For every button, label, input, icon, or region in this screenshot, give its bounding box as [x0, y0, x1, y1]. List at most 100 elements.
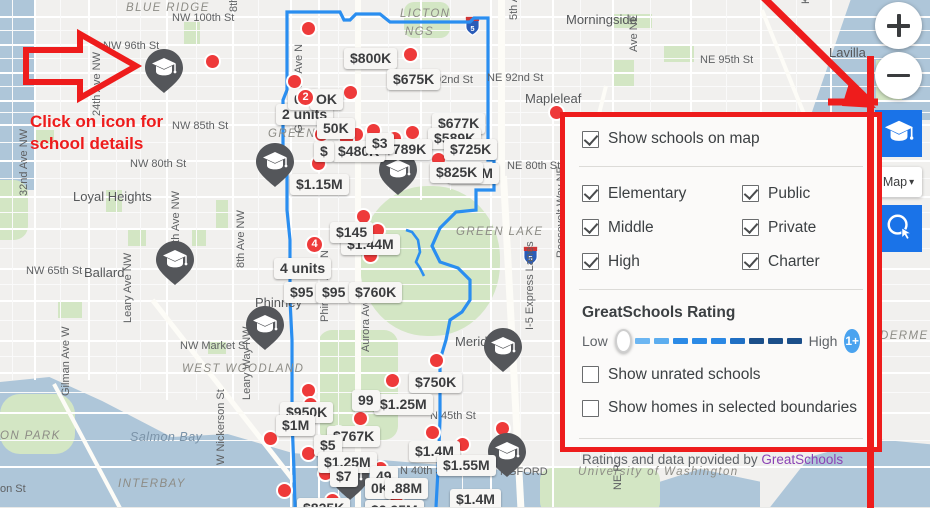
checkbox-box [582, 130, 599, 148]
annotation-click-icon-text: Click on icon for school details [30, 112, 164, 153]
price-label[interactable]: 4 units [274, 258, 332, 279]
price-label[interactable]: $95 [316, 282, 352, 303]
price-label[interactable]: $750K [409, 372, 463, 393]
school-filter-high[interactable]: High [582, 253, 742, 271]
school-filter-label: Charter [768, 252, 820, 270]
school-filter-label: High [608, 252, 640, 270]
zoom-in-button[interactable] [875, 2, 922, 49]
price-label[interactable]: $800K [344, 48, 398, 69]
checkbox-box [582, 253, 599, 270]
map-street-label: 32nd Ave NW [18, 128, 30, 196]
map-street-label: W Nickerson St [215, 389, 227, 465]
rating-slider-track[interactable] [634, 337, 802, 344]
property-cluster-marker[interactable]: 2 [296, 88, 315, 107]
map-place-label: NW 65th St [26, 265, 83, 277]
map-place-label: NE 80th St [507, 160, 561, 172]
price-label[interactable]: 50K [317, 118, 355, 139]
price-label[interactable]: 99 [352, 390, 380, 411]
school-marker-icon[interactable] [483, 327, 523, 372]
rating-slider-segment [786, 337, 802, 344]
price-label[interactable]: $1M [276, 415, 316, 436]
zoom-out-button[interactable] [875, 52, 922, 99]
school-filter-label: Private [768, 218, 817, 236]
price-label[interactable]: OK [310, 89, 343, 110]
property-marker[interactable] [286, 73, 303, 90]
price-label[interactable]: $1.25M [374, 394, 433, 415]
school-marker-icon[interactable] [245, 305, 285, 350]
school-filter-label: Elementary [608, 184, 687, 202]
price-label[interactable]: $95 [284, 282, 320, 303]
school-filter-label: Middle [608, 218, 654, 236]
map-type-label: Map [882, 175, 908, 189]
map-place-label: GREEN LAKE [456, 226, 544, 238]
show-homes-checkbox[interactable]: Show homes in selected boundaries [582, 399, 857, 417]
map-street-label: 5th Ave NE [508, 0, 520, 20]
checkbox-box [742, 253, 759, 270]
school-filter-private[interactable]: Private [742, 219, 860, 237]
price-label[interactable]: $825K [430, 162, 484, 183]
street-grid-v-minor [12, 0, 13, 380]
rating-slider-segment [767, 337, 783, 344]
price-label[interactable]: $1.4M [450, 489, 501, 507]
school-marker-icon[interactable] [144, 48, 184, 93]
property-marker[interactable] [204, 53, 221, 70]
school-filter-public[interactable]: Public [742, 185, 860, 203]
rating-slider-segment [748, 337, 764, 344]
street-grid-v [830, 0, 832, 120]
map-place-label: DERME [880, 330, 929, 342]
show-unrated-label: Show unrated schools [608, 365, 761, 383]
rating-section-title: GreatSchools Rating [582, 303, 736, 321]
interstate-5-shield: 5 [464, 16, 481, 36]
show-unrated-checkbox[interactable]: Show unrated schools [582, 366, 761, 384]
school-filter-middle[interactable]: Middle [582, 219, 742, 237]
property-marker[interactable] [384, 372, 401, 389]
price-label[interactable]: $7 [330, 466, 358, 487]
show-schools-label: Show schools on map [608, 130, 760, 147]
property-marker[interactable] [402, 46, 419, 63]
rating-slider-segment [691, 337, 707, 344]
footer-prefix: Ratings and data provided by [582, 451, 762, 467]
price-label[interactable]: .88M [385, 478, 429, 499]
school-filter-charter[interactable]: Charter [742, 253, 860, 271]
map-place-label: N 45th St [430, 410, 476, 422]
property-marker[interactable] [342, 84, 359, 101]
rating-slider-handle[interactable] [614, 328, 632, 353]
price-label[interactable]: $145 [330, 222, 374, 243]
property-marker[interactable] [352, 410, 369, 427]
school-filter-elementary[interactable]: Elementary [582, 185, 742, 203]
park-green-lake [360, 186, 500, 336]
map-street-label: Ave NE [628, 14, 640, 52]
price-label[interactable]: $725K [444, 139, 498, 160]
price-label[interactable]: $675K [387, 69, 441, 90]
property-marker[interactable] [424, 424, 441, 441]
property-marker[interactable] [276, 482, 293, 499]
property-marker[interactable] [300, 20, 317, 37]
map-place-label: Morningside [566, 12, 637, 27]
rating-slider-row[interactable]: Low High 1+ [582, 328, 860, 353]
price-label[interactable]: $3 [366, 133, 394, 154]
price-label[interactable]: $1.15M [290, 174, 349, 195]
schools-layer-toggle-button[interactable] [875, 110, 922, 157]
map-street-label: 8th Ave NW [235, 210, 247, 268]
rating-low-label: Low [582, 332, 608, 349]
checkbox-box [582, 219, 599, 236]
school-marker-icon[interactable] [155, 240, 195, 285]
rating-slider-segment [653, 337, 669, 344]
price-label[interactable]: $2.95M [365, 500, 424, 507]
greatschools-link[interactable]: GreatSchools [761, 452, 843, 467]
property-cluster-marker[interactable]: 4 [305, 235, 324, 254]
school-marker-icon[interactable] [255, 142, 295, 187]
map-street-label: 24th Ave NW [91, 52, 103, 116]
map-application: 5 5 BLUE RIDGE NW 100th St NW 96th St NW 85… [0, 0, 930, 508]
park-nearby-l [184, 22, 200, 44]
price-label[interactable]: $ [314, 141, 334, 162]
price-label[interactable]: $760K [349, 282, 403, 303]
property-marker[interactable] [428, 352, 445, 369]
checkbox-box [582, 399, 599, 417]
draw-search-button[interactable] [875, 205, 922, 252]
show-schools-checkbox[interactable]: Show schools on map [582, 130, 760, 148]
price-label[interactable]: $825K [297, 498, 351, 507]
highway-i5 [498, 0, 505, 180]
price-label[interactable]: $1.55M [437, 455, 496, 476]
map-type-button[interactable]: Map ▾ [875, 167, 922, 197]
